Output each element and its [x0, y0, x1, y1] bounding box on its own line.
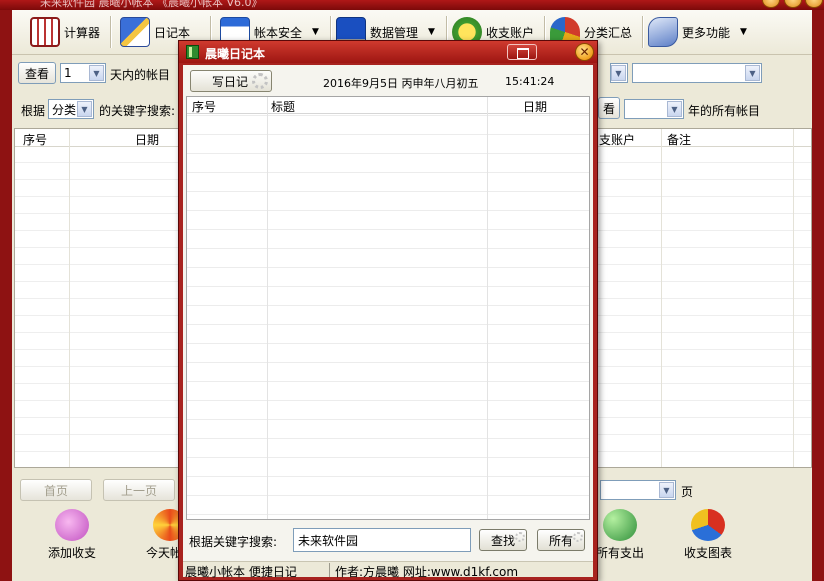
- chevron-down-icon[interactable]: ▼: [667, 101, 682, 117]
- column-header-account[interactable]: 支账户: [599, 131, 635, 148]
- column-header-title[interactable]: 标题: [271, 98, 295, 115]
- diary-app-icon: [186, 45, 199, 59]
- more-functions-icon: [648, 17, 678, 47]
- toolbar-separator: [110, 16, 111, 48]
- grid-divider: [793, 129, 794, 467]
- list-divider: [267, 97, 268, 519]
- show-all-button[interactable]: 所有: [537, 529, 585, 551]
- more-functions-label: 更多功能: [682, 25, 731, 40]
- data-management-label: 数据管理: [370, 25, 419, 40]
- category-summary-label: 分类汇总: [584, 25, 633, 40]
- status-app-name: 晨曦小帐本 便捷日记: [185, 565, 297, 579]
- chevron-down-icon[interactable]: ▼: [89, 65, 104, 81]
- dialog-title: 晨曦日记本: [205, 47, 266, 61]
- column-header-index[interactable]: 序号: [192, 98, 216, 115]
- add-record-label: 添加收支: [47, 546, 96, 560]
- page-combo[interactable]: ▼: [600, 480, 676, 500]
- view-button[interactable]: 查看: [18, 62, 56, 84]
- column-header-date[interactable]: 日期: [523, 98, 547, 115]
- dialog-title-bar[interactable]: 晨曦日记本 ✕: [179, 41, 597, 63]
- chart-button[interactable]: 收支图表: [670, 509, 746, 561]
- category-value: 分类: [52, 102, 77, 117]
- prev-page-button[interactable]: 上一页: [103, 479, 175, 501]
- diary-list[interactable]: 序号 标题 日期: [186, 96, 590, 520]
- maximize-icon[interactable]: [784, 0, 802, 8]
- calculator-icon: [30, 17, 60, 47]
- find-button[interactable]: 查找: [479, 529, 527, 551]
- dialog-body: 写日记 2016年9月5日 丙申年八月初五 15:41:24 序号 标题 日期 …: [183, 65, 593, 579]
- income-expense-accounts-label: 收支账户: [486, 25, 535, 40]
- close-icon[interactable]: ✕: [575, 43, 594, 61]
- current-time: 15:41:24: [505, 75, 555, 88]
- gear-icon: [252, 73, 268, 89]
- diary-list-header: 序号 标题 日期: [187, 97, 589, 114]
- days-combo[interactable]: 1 ▼: [60, 63, 106, 83]
- chart-icon: [691, 509, 725, 541]
- main-window-title: 未来软件园 晨曦小帐本 《晨曦小帐本 V6.0》: [40, 0, 263, 9]
- keyword-label: 的关键字搜索:: [99, 104, 176, 118]
- restore-icon[interactable]: [507, 44, 537, 60]
- page-suffix-label: 页: [681, 485, 694, 499]
- chevron-down-icon[interactable]: ▼: [611, 65, 626, 81]
- toolbar-separator: [642, 16, 643, 48]
- add-record-icon: [55, 509, 89, 541]
- days-suffix-label: 天内的帐目: [110, 68, 171, 82]
- all-expenses-icon: [603, 509, 637, 541]
- diary-pen-icon: [120, 17, 150, 47]
- view-year-button[interactable]: 看: [598, 97, 620, 119]
- account-security-label: 帐本安全: [254, 25, 303, 40]
- status-separator: [329, 563, 330, 577]
- chart-label: 收支图表: [683, 546, 732, 560]
- column-header-date[interactable]: 日期: [135, 131, 159, 148]
- chevron-down-icon[interactable]: ▼: [77, 101, 92, 117]
- gear-icon: [515, 532, 525, 542]
- chevron-down-icon[interactable]: ▼: [428, 27, 435, 37]
- category-combo[interactable]: 分类 ▼: [48, 99, 94, 119]
- write-diary-button[interactable]: 写日记: [190, 70, 272, 92]
- days-value: 1: [64, 66, 72, 80]
- close-main-icon[interactable]: [805, 0, 823, 8]
- calculator-label: 计算器: [64, 25, 101, 40]
- right-combo-b[interactable]: ▼: [632, 63, 762, 83]
- chevron-down-icon[interactable]: ▼: [740, 27, 747, 37]
- column-header-index[interactable]: 序号: [23, 131, 47, 148]
- add-record-button[interactable]: 添加收支: [34, 509, 110, 561]
- minimize-icon[interactable]: [762, 0, 780, 8]
- main-title-bar: 未来软件园 晨曦小帐本 《晨曦小帐本 V6.0》: [0, 0, 824, 10]
- calculator-button[interactable]: 计算器: [30, 15, 100, 49]
- first-page-button[interactable]: 首页: [20, 479, 92, 501]
- search-input[interactable]: [293, 528, 471, 552]
- list-divider: [487, 97, 488, 519]
- more-functions-button[interactable]: 更多功能 ▼: [648, 15, 747, 49]
- find-label: 查找: [490, 533, 515, 548]
- grid-divider: [661, 129, 662, 467]
- chevron-down-icon[interactable]: ▼: [659, 482, 674, 498]
- current-date: 2016年9月5日 丙申年八月初五: [323, 77, 479, 90]
- search-label: 根据关键字搜索:: [189, 535, 278, 549]
- year-combo[interactable]: ▼: [624, 99, 684, 119]
- gear-icon: [573, 532, 583, 542]
- year-suffix-label: 年的所有帐目: [688, 104, 761, 118]
- diary-dialog: 晨曦日记本 ✕ 写日记 2016年9月5日 丙申年八月初五 15:41:24 序…: [178, 40, 598, 581]
- status-bar: 晨曦小帐本 便捷日记 作者:方晨曦 网址:www.d1kf.com: [183, 561, 593, 579]
- diary-label: 日记本: [154, 25, 191, 40]
- column-header-note[interactable]: 备注: [667, 131, 691, 148]
- right-combo-a[interactable]: ▼: [610, 63, 628, 83]
- chevron-down-icon[interactable]: ▼: [312, 27, 319, 37]
- show-all-label: 所有: [548, 533, 573, 548]
- write-diary-label: 写日记: [212, 74, 249, 89]
- chevron-down-icon[interactable]: ▼: [745, 65, 760, 81]
- all-expenses-label: 所有支出: [595, 546, 644, 560]
- by-label: 根据: [21, 104, 46, 118]
- status-author: 作者:方晨曦 网址:www.d1kf.com: [335, 565, 519, 579]
- grid-divider: [69, 129, 70, 467]
